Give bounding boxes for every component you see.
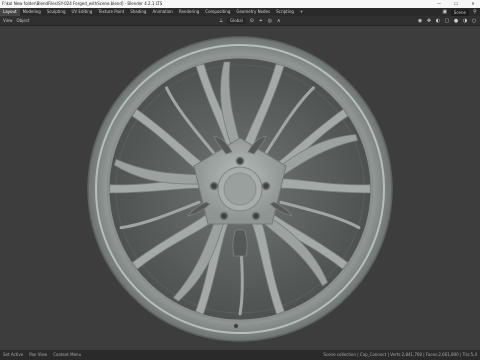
tab-shading[interactable]: Shading (127, 8, 149, 16)
status-hint-select: Set Active (3, 352, 24, 357)
visibility-icon[interactable]: ◉ (417, 18, 423, 24)
overlay-icon[interactable]: ◐ (435, 18, 441, 24)
tab-layout[interactable]: Layout (0, 8, 20, 16)
tab-uv-editing[interactable]: UV Editing (69, 8, 96, 16)
status-bar: Set Active Pan View Context Menu Scene c… (0, 350, 480, 360)
falloff-icon[interactable]: ∧ (276, 18, 282, 24)
close-icon[interactable]: ✕ (469, 0, 477, 8)
tab-rendering[interactable]: Rendering (176, 8, 202, 16)
tab-geometry-nodes[interactable]: Geometry Nodes (233, 8, 273, 16)
tab-animation[interactable]: Animation (149, 8, 175, 16)
valve-hole (233, 323, 239, 329)
tab-texture-paint[interactable]: Texture Paint (95, 8, 127, 16)
solid-shading-icon[interactable]: ● (453, 18, 459, 24)
viewport-header: View Object ⟂ Global ⊙ ⌖ ◎ ∧ ◉ ✥ ◐ ▢ ● ◑… (0, 16, 480, 26)
proportional-edit-icon[interactable]: ◎ (267, 18, 273, 24)
minimize-icon[interactable]: — (435, 0, 443, 8)
add-workspace-button[interactable]: + (297, 8, 306, 16)
scene-statistics: Scene collection | Cap_Connect | Verts:2… (323, 352, 477, 357)
gizmo-icon[interactable]: ✥ (426, 18, 432, 24)
tab-modeling[interactable]: Modeling (20, 8, 44, 16)
snap-icon[interactable]: ⌖ (258, 18, 264, 24)
maximize-icon[interactable]: ☐ (452, 0, 460, 8)
material-shading-icon[interactable]: ◑ (462, 18, 468, 24)
pin-icon[interactable]: ⚲ (472, 9, 478, 15)
tab-sculpting[interactable]: Sculpting (44, 8, 69, 16)
rendered-shading-icon[interactable]: ○ (471, 18, 477, 24)
view-menu[interactable]: View (3, 16, 13, 25)
scene-icon: ▣ (442, 9, 448, 15)
status-hint-pan: Pan View (29, 352, 48, 357)
orientation-dropdown[interactable]: Global (227, 17, 246, 24)
object-menu[interactable]: Object (17, 16, 30, 25)
xray-icon[interactable]: ▢ (444, 18, 450, 24)
workspace-tabs-bar: Layout Modeling Sculpting UV Editing Tex… (0, 8, 480, 16)
pivot-icon[interactable]: ⊙ (249, 18, 255, 24)
tab-scripting[interactable]: Scripting (273, 8, 297, 16)
wheel-render (87, 36, 393, 342)
window-titlebar: F:\kol New folder\BlendFiles\SY-024 Forg… (0, 0, 480, 8)
tab-compositing[interactable]: Compositing (202, 8, 233, 16)
transform-orientation-icon: ⟂ (219, 17, 223, 24)
scene-selector[interactable]: Scene (450, 9, 469, 16)
window-title: F:\kol New folder\BlendFiles\SY-024 Forg… (2, 1, 163, 6)
3d-viewport[interactable] (0, 26, 480, 350)
status-hint-context: Context Menu (53, 352, 82, 357)
